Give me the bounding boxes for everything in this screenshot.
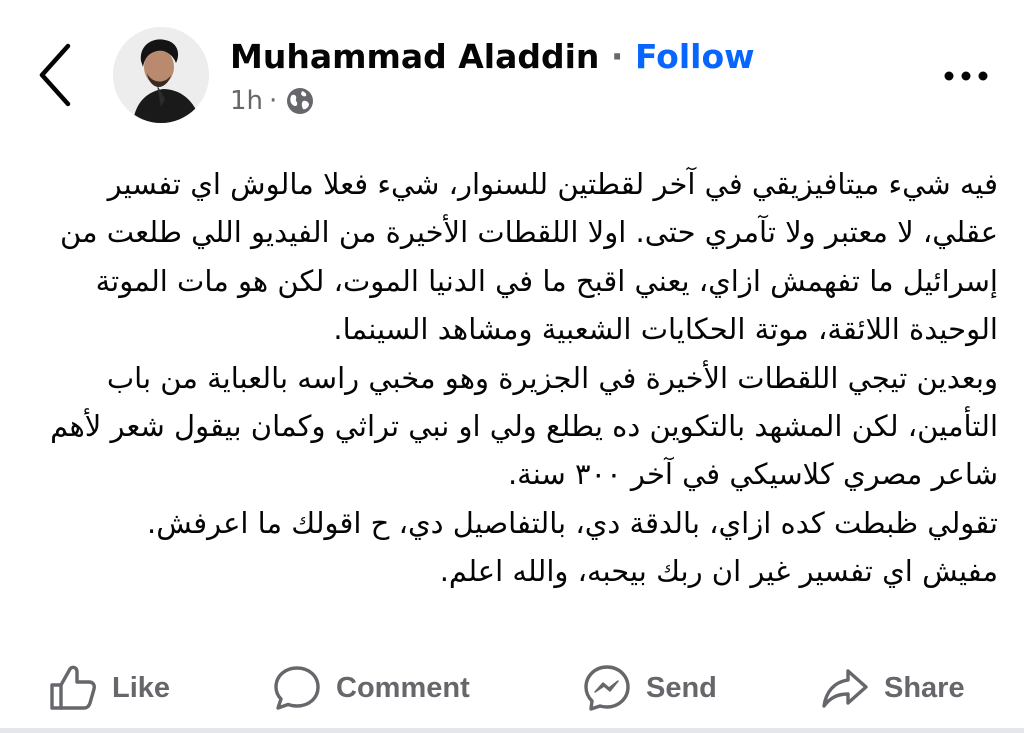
share-button[interactable]: Share <box>820 660 965 716</box>
meta-separator-dot: · <box>269 86 278 116</box>
comment-button[interactable]: Comment <box>272 660 470 716</box>
like-button[interactable]: Like <box>48 660 170 716</box>
post-time[interactable]: 1h <box>230 86 263 116</box>
post-paragraph: فيه شيء ميتافيزيقي في آخر لقطتين للسنوار… <box>59 167 998 347</box>
like-label: Like <box>112 671 171 704</box>
follow-button[interactable]: Follow <box>635 37 755 76</box>
post-text: فيه شيء ميتافيزيقي في آخر لقطتين للسنوار… <box>36 160 998 596</box>
messenger-icon <box>584 665 630 711</box>
more-dots-icon <box>944 71 988 81</box>
divider <box>0 728 1024 733</box>
action-bar: Like Comment Send Share <box>0 660 1024 716</box>
separator-dot: · <box>610 37 624 76</box>
share-label: Share <box>884 671 965 704</box>
globe-icon <box>287 88 314 114</box>
back-button[interactable] <box>32 40 82 110</box>
author-line: Muhammad Aladdin · Follow <box>230 36 755 78</box>
post-paragraph: مفيش اي تفسير غير ان ربك بيحبه، والله اع… <box>439 554 998 589</box>
comment-bubble-icon <box>274 666 320 710</box>
author-name[interactable]: Muhammad Aladdin <box>230 37 599 76</box>
thumbs-up-icon <box>50 665 96 710</box>
send-button[interactable]: Send <box>582 660 717 716</box>
post-paragraph: تقولي ظبطت كده ازاي، بالدقة دي، بالتفاصي… <box>147 505 998 540</box>
author-photo <box>113 27 209 123</box>
send-label: Send <box>646 671 717 704</box>
comment-label: Comment <box>336 671 470 704</box>
post-meta: 1h · <box>230 84 315 118</box>
more-options-button[interactable] <box>938 58 994 94</box>
chevron-left-icon <box>39 43 71 107</box>
avatar[interactable] <box>113 27 209 123</box>
post-paragraph: وبعدين تيجي اللقطات الأخيرة في الجزيرة و… <box>50 360 998 492</box>
share-arrow-icon <box>822 669 868 708</box>
